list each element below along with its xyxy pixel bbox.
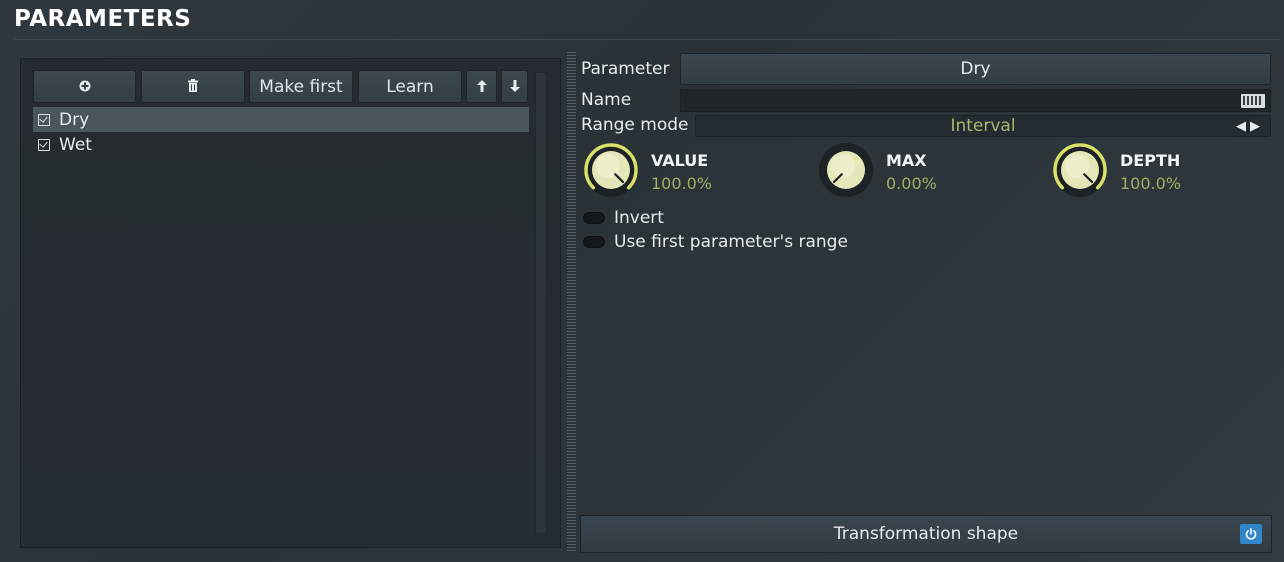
depth-knob-title: DEPTH — [1120, 151, 1181, 170]
depth-knob-group: DEPTH 100.0% — [1050, 140, 1270, 204]
move-up-button[interactable] — [466, 70, 497, 103]
invert-toggle[interactable] — [584, 213, 604, 223]
depth-knob-value: 100.0% — [1120, 174, 1182, 193]
depth-knob[interactable] — [1050, 140, 1110, 200]
knob-highlight — [831, 154, 855, 178]
list-scrollbar[interactable] — [535, 72, 547, 534]
name-field[interactable] — [680, 89, 1271, 112]
value-knob-group: VALUE 100.0% — [581, 140, 801, 204]
range-mode-selector[interactable]: Interval ◀▶ — [695, 115, 1271, 137]
list-item-label: Dry — [59, 109, 90, 130]
range-mode-value: Interval — [950, 116, 1016, 136]
arrow-up-icon — [476, 77, 487, 97]
list-item-dry[interactable]: Dry — [33, 107, 529, 132]
move-down-button[interactable] — [501, 70, 528, 103]
max-knob-value: 0.00% — [886, 174, 937, 193]
value-knob-title: VALUE — [651, 151, 709, 170]
transformation-shape-label: Transformation shape — [833, 524, 1019, 544]
list-item-label: Wet — [59, 134, 92, 155]
invert-toggle-row[interactable]: Invert — [584, 207, 664, 229]
checkbox-icon[interactable] — [38, 138, 50, 151]
plugin-window: PARAMETERS Make first Learn Dry Wet Para… — [0, 0, 1284, 562]
value-knob[interactable] — [581, 140, 641, 200]
keyboard-icon[interactable] — [1241, 94, 1265, 108]
range-mode-label: Range mode — [581, 115, 689, 135]
use-first-label: Use first parameter's range — [614, 232, 848, 252]
panel-splitter[interactable] — [567, 52, 576, 552]
page-title: PARAMETERS — [14, 6, 192, 32]
use-first-toggle[interactable] — [584, 237, 604, 247]
parameter-detail-panel: Parameter Dry Name Range mode Interval ◀… — [580, 52, 1272, 553]
range-mode-arrows[interactable]: ◀▶ — [1236, 119, 1264, 134]
trash-icon — [187, 77, 199, 97]
delete-parameter-button[interactable] — [141, 70, 245, 103]
parameters-list-panel: Make first Learn Dry Wet — [20, 58, 561, 548]
power-icon[interactable] — [1240, 524, 1262, 544]
max-knob[interactable] — [816, 140, 876, 200]
parameters-list: Dry Wet — [33, 107, 529, 157]
invert-label: Invert — [614, 208, 664, 228]
list-item-wet[interactable]: Wet — [33, 132, 529, 157]
name-label: Name — [581, 90, 632, 110]
make-first-button[interactable]: Make first — [249, 70, 353, 103]
title-divider — [14, 39, 1280, 40]
arrow-down-icon — [509, 77, 520, 97]
value-knob-value: 100.0% — [651, 174, 713, 193]
arrow-left-icon[interactable]: ◀ — [1236, 119, 1250, 134]
parameter-select-button[interactable]: Dry — [680, 53, 1271, 85]
checkbox-icon[interactable] — [38, 113, 50, 126]
parameter-label: Parameter — [581, 59, 670, 79]
use-first-toggle-row[interactable]: Use first parameter's range — [584, 231, 848, 253]
arrow-right-icon[interactable]: ▶ — [1250, 119, 1264, 134]
max-knob-group: MAX 0.00% — [816, 140, 1036, 204]
max-knob-title: MAX — [886, 151, 927, 170]
add-parameter-button[interactable] — [33, 70, 136, 103]
transformation-shape-button[interactable]: Transformation shape — [580, 515, 1272, 553]
learn-button[interactable]: Learn — [358, 70, 462, 103]
plus-circle-icon — [79, 77, 91, 97]
